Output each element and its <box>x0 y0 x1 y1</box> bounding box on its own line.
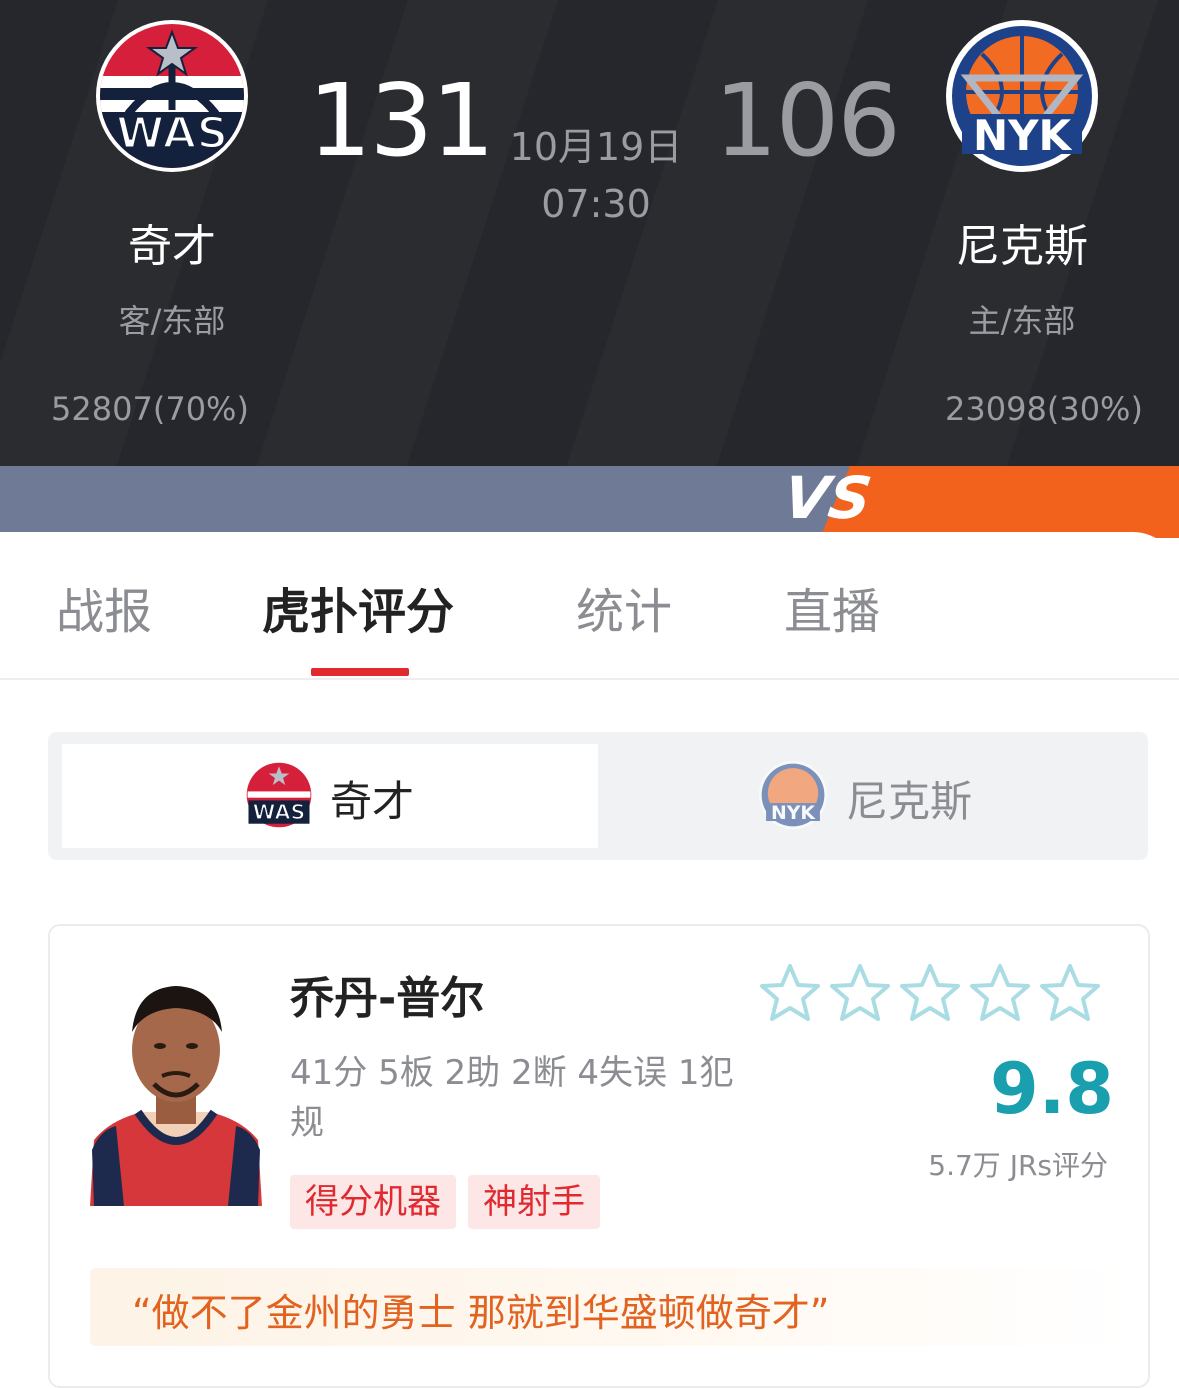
game-header: WAS 奇才 客/东部 52807(70%) 131 10月19日 07:30 … <box>0 0 1179 466</box>
team-switch-wizards-label[interactable]: 奇才 <box>330 768 414 829</box>
player-tag[interactable]: 神射手 <box>468 1175 600 1229</box>
svg-text:NYK: NYK <box>973 111 1073 160</box>
knicks-small-logo: NYK <box>758 760 828 830</box>
team-switch-knicks-label[interactable]: 尼克斯 <box>846 768 972 829</box>
wizards-logo[interactable]: WAS <box>94 18 250 174</box>
away-team-name[interactable]: 奇才 <box>22 210 322 274</box>
knicks-logo[interactable]: NYK <box>944 18 1100 174</box>
away-score: 131 <box>308 62 495 179</box>
svg-text:WAS: WAS <box>253 800 306 824</box>
player-quote: “做不了金州的勇士 那就到华盛顿做奇才” <box>132 1291 830 1335</box>
tab-divider <box>0 678 1179 680</box>
home-vote-bar <box>820 466 1179 538</box>
game-time: 07:30 <box>541 182 651 226</box>
tab-stats[interactable]: 统计 <box>576 572 672 642</box>
tab-live[interactable]: 直播 <box>784 572 880 642</box>
game-date: 10月19日 <box>509 125 683 169</box>
svg-text:NYK: NYK <box>771 803 816 824</box>
rating-count: 5.7万 JRs评分 <box>928 1149 1108 1182</box>
star-icon <box>830 964 890 1021</box>
rating-stars[interactable] <box>758 962 1108 1026</box>
tab-hupu-rating[interactable]: 虎扑评分 <box>262 572 454 642</box>
star-icon <box>970 964 1030 1021</box>
player-tag[interactable]: 得分机器 <box>290 1175 456 1229</box>
star-icon <box>1040 964 1100 1021</box>
away-team-votes: 52807(70%) <box>51 390 249 428</box>
away-team-side: 客/东部 <box>118 302 226 340</box>
vote-share-bar: VS <box>0 466 1179 538</box>
tab-report[interactable]: 战报 <box>56 572 152 642</box>
star-icon <box>900 964 960 1021</box>
star-icon <box>760 964 820 1021</box>
player-avatar[interactable] <box>90 980 262 1206</box>
player-rating-score: 9.8 <box>990 1048 1115 1130</box>
home-team-votes: 23098(30%) <box>945 390 1143 428</box>
vs-label: VS <box>779 466 875 532</box>
wizards-small-logo: WAS <box>244 760 314 830</box>
player-stats: 41分 5板 2助 2断 4失误 1犯规 <box>290 1053 734 1143</box>
home-team-side: 主/东部 <box>968 302 1076 340</box>
svg-text:WAS: WAS <box>116 108 228 159</box>
player-name[interactable]: 乔丹-普尔 <box>290 962 484 1026</box>
active-tab-indicator <box>311 668 409 676</box>
home-team-name[interactable]: 尼克斯 <box>872 210 1172 274</box>
home-score: 106 <box>714 62 901 179</box>
